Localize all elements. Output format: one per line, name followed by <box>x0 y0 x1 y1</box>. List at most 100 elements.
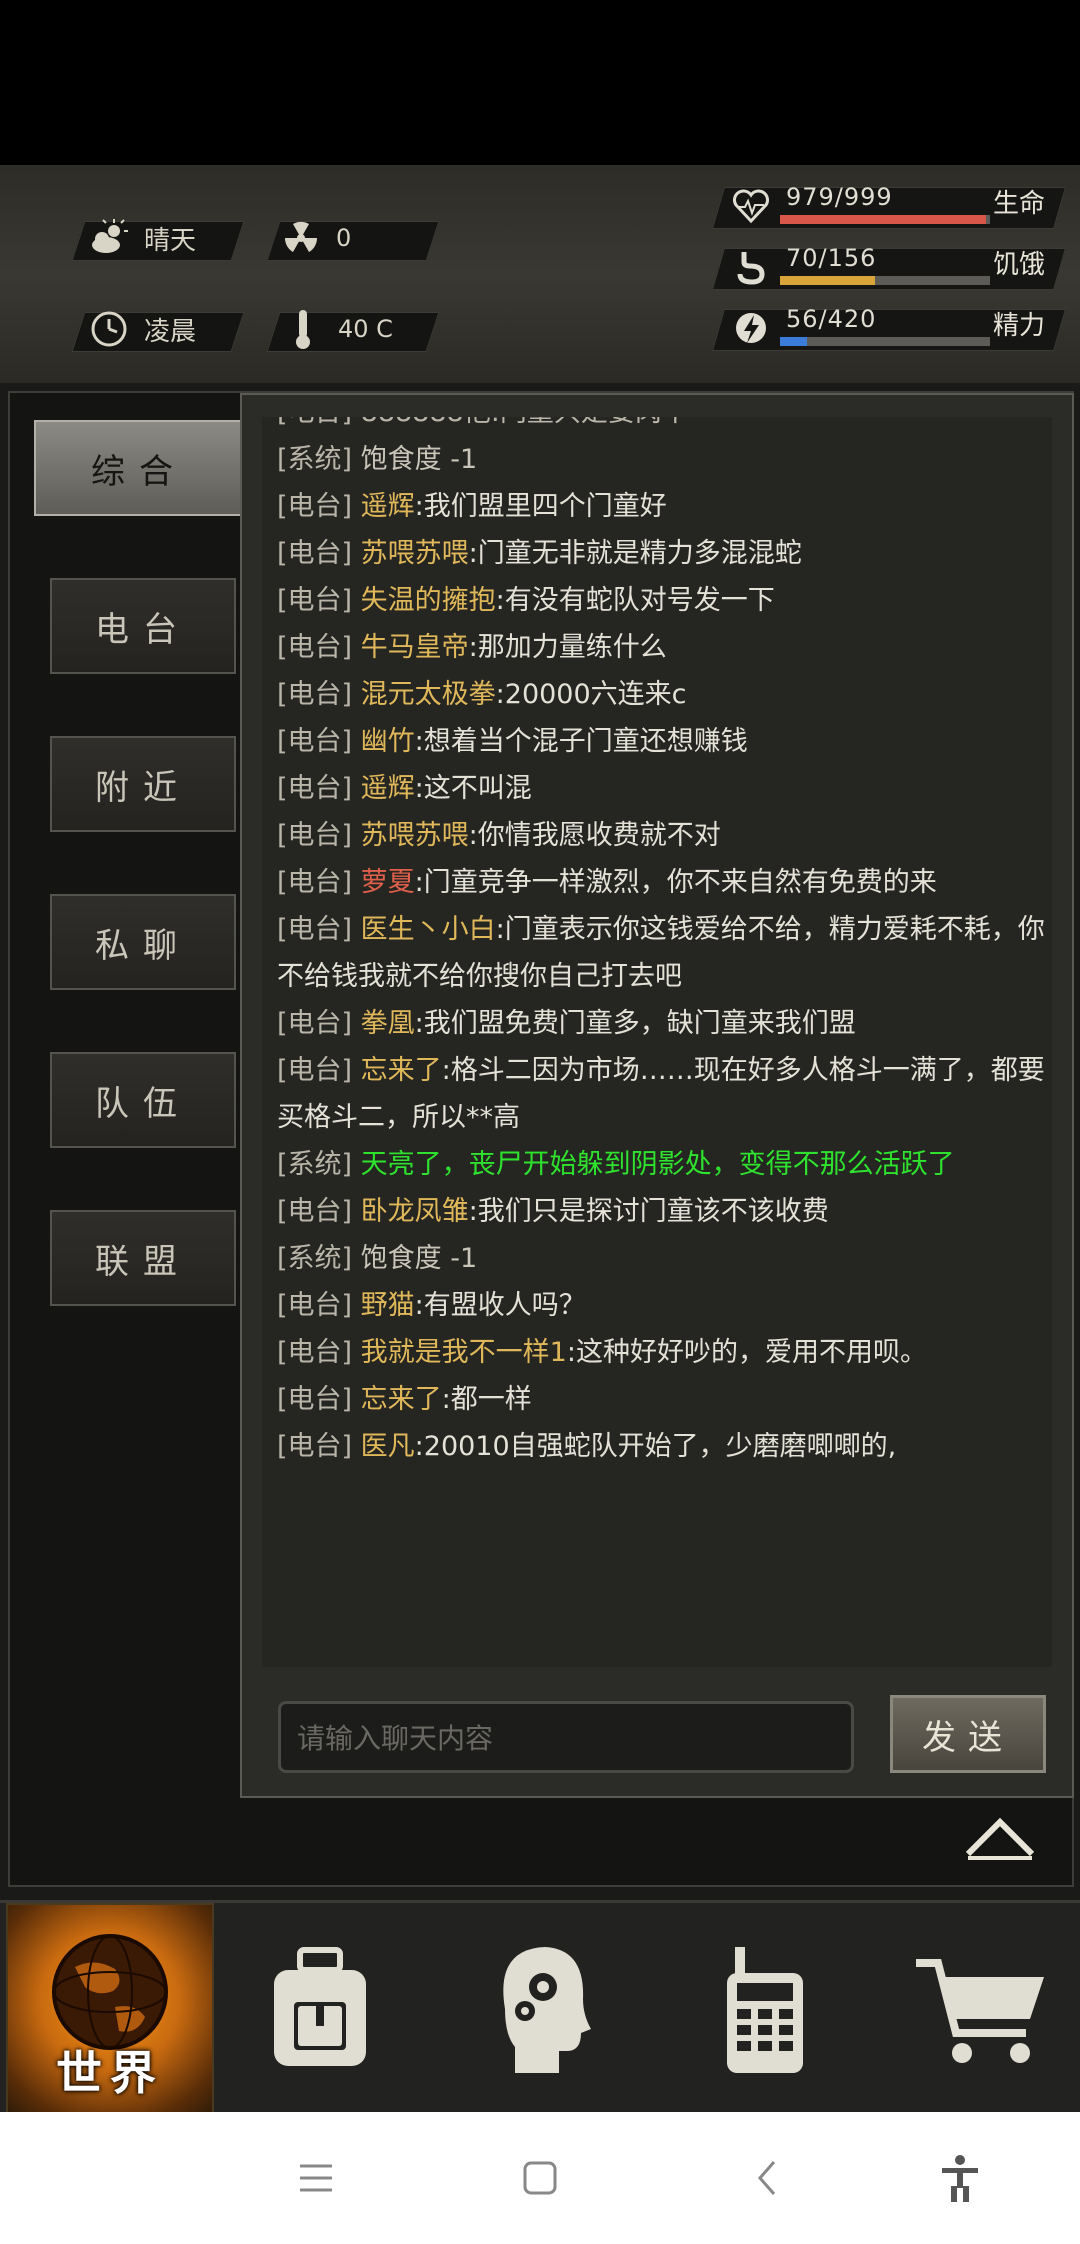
chat-panel: [电台] 888888他:门童只是要肉干 [系统] 饱食度 -1[电台] 遥辉:… <box>240 393 1074 1798</box>
chat-message: [电台] 遥辉:我们盟里四个门童好 <box>262 483 1052 530</box>
heart-icon <box>732 187 770 225</box>
chat-message: [电台] 苏喂苏喂:你情我愿收费就不对 <box>262 812 1052 859</box>
chat-message: [电台] 野猫:有盟收人吗？ <box>262 1282 1052 1329</box>
chat-sender-name[interactable]: 混元太极拳 <box>361 679 496 710</box>
collapse-up-icon[interactable] <box>962 1808 1038 1864</box>
chat-message: [电台] 医凡:20010自强蛇队开始了，少磨磨唧唧的, <box>262 1423 1052 1470</box>
tab-private-chat[interactable]: 私聊 <box>50 894 236 990</box>
chat-message-text: :20010自强蛇队开始了，少磨磨唧唧的, <box>414 1431 897 1462</box>
chat-message: [电台] 医生丶小白:门童表示你这钱爱给不给，精力爱耗不耗，你不给钱我就不给你搜… <box>262 906 1052 1000</box>
stomach-icon <box>732 248 770 286</box>
chat-channel-tag: [电台] <box>277 632 353 663</box>
walkie-talkie-icon <box>727 1947 803 2073</box>
top-black-area <box>0 0 1080 165</box>
chat-channel-tag: [电台] <box>277 726 353 757</box>
status-header: 晴天 0 凌晨 40 C 979/999 生命 70/156 饥饿 56/420… <box>0 165 1080 514</box>
chat-channel-tag: [电台] <box>277 1196 353 1227</box>
chat-sender-name[interactable]: 拳凰 <box>361 1008 415 1039</box>
chat-channel-tag: [电台] <box>277 820 353 851</box>
backpack-icon <box>274 1947 366 2066</box>
chat-message-text: :这不叫混 <box>414 773 532 804</box>
chat-sender-name[interactable]: 遥辉 <box>361 773 415 804</box>
hunger-label: 饥饿 <box>993 250 1046 280</box>
chat-channel-tag: [电台] <box>277 1008 353 1039</box>
chat-message: [电台] 遥辉:这不叫混 <box>262 765 1052 812</box>
hunger-bar <box>780 276 990 285</box>
chat-message-text: :有没有蛇队对号发一下 <box>495 585 775 616</box>
chat-channel-tag: [电台] <box>277 1384 353 1415</box>
chat-channel-tag: [系统] <box>277 444 353 475</box>
time-status: 凌晨 <box>88 308 196 350</box>
send-button[interactable]: 发送 <box>890 1695 1046 1773</box>
chat-input[interactable]: 请输入聊天内容 <box>278 1701 854 1773</box>
chat-input-placeholder: 请输入聊天内容 <box>297 1722 494 1755</box>
chat-message-list[interactable]: [电台] 888888他:门童只是要肉干 [系统] 饱食度 -1[电台] 遥辉:… <box>262 417 1052 1667</box>
chat-sender-name[interactable]: 萝夏 <box>361 867 415 898</box>
chat-message-text: :想着当个混子门童还想赚钱 <box>414 726 748 757</box>
chat-sender-name[interactable]: 遥辉 <box>361 491 415 522</box>
chat-sender-name[interactable]: 忘来了 <box>361 1384 442 1415</box>
chat-message: [电台] 牛马皇帝:那加力量练什么 <box>262 624 1052 671</box>
chat-message: [电台] 苏喂苏喂:门童无非就是精力多混混蛇 <box>262 530 1052 577</box>
chat-message-text: :门童无非就是精力多混混蛇 <box>468 538 802 569</box>
chat-message-text: 饱食度 -1 <box>360 1243 478 1274</box>
chat-message-text: :你情我愿收费就不对 <box>468 820 721 851</box>
skills-button[interactable] <box>475 1903 605 2115</box>
chat-sender-name[interactable]: 医生丶小白 <box>361 914 496 945</box>
bottom-nav: 世界 <box>0 1900 1080 2119</box>
chat-sender-name[interactable]: 幽竹 <box>361 726 415 757</box>
tab-nearby[interactable]: 附近 <box>50 736 236 832</box>
chat-sender-name[interactable]: 忘来了 <box>361 1055 442 1086</box>
chat-sender-name[interactable]: 卧龙凤雏 <box>361 1196 469 1227</box>
chat-message-text: :我们只是探讨门童该不该收费 <box>468 1196 829 1227</box>
chat-channel-tag: [电台] <box>277 1431 353 1462</box>
weather-sun-cloud-icon <box>88 217 130 259</box>
tab-team[interactable]: 队伍 <box>50 1052 236 1148</box>
radio-button[interactable] <box>700 1903 830 2115</box>
backpack-button[interactable] <box>255 1903 385 2115</box>
chat-channel-tag: [系统] <box>277 1243 353 1274</box>
home-icon[interactable] <box>512 2150 568 2206</box>
chat-message-text: :我们盟里四个门童好 <box>414 491 667 522</box>
health-stat: 979/999 生命 <box>711 183 1067 229</box>
tab-general[interactable]: 综合 <box>34 420 244 516</box>
chat-message-text: :都一样 <box>441 1384 532 1415</box>
chat-channel-tag: [电台] <box>277 1055 353 1086</box>
chat-channel-tag: [电台] <box>277 538 353 569</box>
hunger-stat: 70/156 饥饿 <box>711 244 1067 290</box>
chat-sender-name[interactable]: 野猫 <box>361 1290 415 1321</box>
chat-sender-name[interactable]: 我就是我不一样1 <box>361 1337 567 1368</box>
chat-sender-name[interactable]: 苏喂苏喂 <box>361 820 469 851</box>
chat-message-text: :有盟收人吗？ <box>414 1290 586 1321</box>
world-label: 世界 <box>56 2046 164 2100</box>
chat-message-text: :20000六连来c <box>495 679 687 710</box>
tab-alliance[interactable]: 联盟 <box>50 1210 236 1306</box>
shop-button[interactable] <box>905 1903 1055 2115</box>
back-icon[interactable] <box>740 2150 796 2206</box>
chat-sender-name[interactable]: 苏喂苏喂 <box>361 538 469 569</box>
chat-message: [电台] 萝夏:门童竞争一样激烈，你不来自然有免费的来 <box>262 859 1052 906</box>
chat-channel-tag: [系统] <box>277 1149 353 1180</box>
accessibility-icon[interactable] <box>932 2150 988 2206</box>
chat-sender-name[interactable]: 失温的擁抱 <box>361 585 496 616</box>
chat-channel-tag: [电台] <box>277 773 353 804</box>
weather-text: 晴天 <box>144 225 197 256</box>
chat-message: [电台] 忘来了:格斗二因为市场……现在好多人格斗一满了，都要买格斗二，所以**… <box>262 1047 1052 1141</box>
chat-message: [系统] 天亮了，丧尸开始躲到阴影处，变得不那么活跃了 <box>262 1141 1052 1188</box>
chat-message: [电台] 拳凰:我们盟免费门童多，缺门童来我们盟 <box>262 1000 1052 1047</box>
health-value: 979/999 <box>786 183 893 211</box>
tab-radio[interactable]: 电台 <box>50 578 236 674</box>
energy-label: 精力 <box>993 311 1046 341</box>
chat-sender-name[interactable]: 牛马皇帝 <box>361 632 469 663</box>
energy-bar <box>780 337 990 346</box>
skills-head-icon <box>503 1947 591 2073</box>
menu-icon[interactable] <box>288 2150 344 2206</box>
chat-message: [电台] 混元太极拳:20000六连来c <box>262 671 1052 718</box>
chat-sender-name[interactable]: 医凡 <box>361 1431 415 1462</box>
chat-message: [电台] 失温的擁抱:有没有蛇队对号发一下 <box>262 577 1052 624</box>
world-button[interactable]: 世界 <box>6 1903 214 2119</box>
shop-cart-icon <box>916 1959 1044 2063</box>
hunger-value: 70/156 <box>786 244 877 272</box>
chat-message-text: 天亮了，丧尸开始躲到阴影处，变得不那么活跃了 <box>360 1149 955 1180</box>
clock-icon <box>88 308 130 350</box>
